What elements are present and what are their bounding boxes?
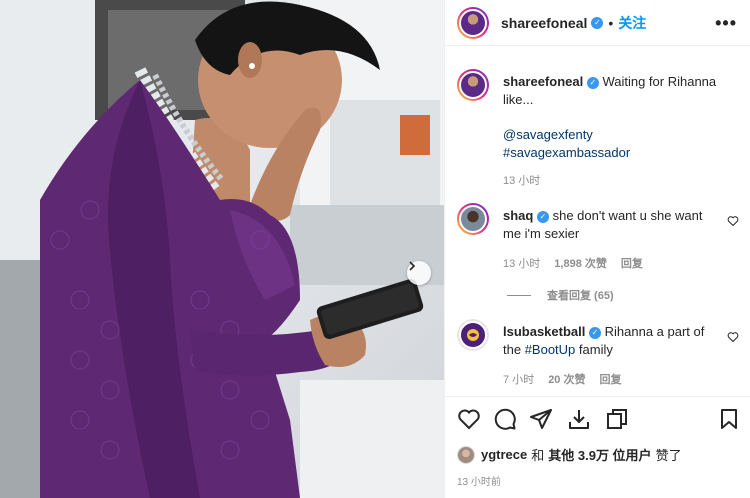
- heart-icon[interactable]: [727, 215, 739, 227]
- commenter-avatar[interactable]: [457, 319, 489, 351]
- view-replies-label: 查看回复 (65): [547, 290, 614, 302]
- likes-suffix: 赞了: [655, 448, 682, 463]
- comment-text: lsubasketball ✓ Rihanna a part of the #B…: [503, 323, 723, 359]
- post-header: shareefoneal ✓ • 关注 •••: [445, 0, 750, 46]
- comment-meta: 13 小时 1,898 次赞 回复: [503, 255, 643, 271]
- caption-text: shareefoneal ✓ Waiting for Rihanna like.…: [503, 73, 745, 109]
- next-photo-button[interactable]: [407, 261, 431, 285]
- follow-button[interactable]: 关注: [618, 13, 646, 33]
- reply-button[interactable]: 回复: [621, 255, 643, 271]
- lsu-logo-icon: [467, 329, 479, 341]
- comment-likes[interactable]: 1,898 次赞: [554, 255, 607, 271]
- comment-time: 7 小时: [503, 374, 535, 386]
- more-options-icon[interactable]: •••: [715, 13, 737, 34]
- caption-avatar[interactable]: [457, 69, 489, 101]
- caption-meta: 13 小时: [503, 172, 540, 188]
- comment-meta: 7 小时 20 次赞 回复: [503, 371, 621, 387]
- comment-time: 13 小时: [503, 258, 541, 270]
- photo-illustration: [0, 0, 444, 498]
- copy-icon[interactable]: [605, 407, 629, 431]
- liker-username[interactable]: ygtrece: [481, 447, 527, 462]
- view-replies-button[interactable]: 查看回复 (65): [507, 287, 614, 303]
- commenter-username[interactable]: lsubasketball: [503, 324, 585, 339]
- commenter-username[interactable]: shaq: [503, 208, 533, 223]
- comment-body-end: family: [575, 342, 613, 357]
- likes-others-link[interactable]: 其他 3.9万 位用户: [548, 445, 651, 464]
- hashtag-link[interactable]: #savagexambassador: [503, 144, 745, 162]
- post-photo: [0, 0, 444, 498]
- author-username[interactable]: shareefoneal: [501, 15, 587, 31]
- likes-and: 和: [531, 448, 545, 463]
- verified-badge-icon: ✓: [589, 326, 601, 339]
- reply-button[interactable]: 回复: [599, 371, 621, 387]
- mention-link[interactable]: @savagexfenty: [503, 126, 745, 144]
- heart-icon[interactable]: [457, 407, 481, 431]
- post-timestamp: 13 小时前: [457, 477, 501, 488]
- author-avatar[interactable]: [457, 6, 489, 39]
- heart-icon[interactable]: [727, 331, 739, 343]
- commenter-avatar[interactable]: [457, 203, 489, 235]
- caption-hashtags: @savagexfenty #savagexambassador: [503, 126, 745, 162]
- comment-icon[interactable]: [493, 407, 517, 431]
- action-bar: [445, 396, 750, 442]
- separator-dot: •: [608, 14, 614, 31]
- verified-badge-icon: ✓: [536, 210, 549, 223]
- comment-body: she don't want u she want me i'm sexier: [503, 208, 703, 241]
- send-icon[interactable]: [529, 407, 553, 431]
- comment-likes[interactable]: 20 次赞: [548, 371, 585, 387]
- post-side-panel: shareefoneal ✓ • 关注 ••• shareefoneal ✓ W…: [444, 0, 750, 498]
- bookmark-icon[interactable]: [717, 407, 741, 431]
- verified-badge-icon: ✓: [591, 16, 604, 29]
- caption-username[interactable]: shareefoneal: [503, 74, 583, 89]
- hashtag-link[interactable]: #BootUp: [525, 342, 576, 357]
- chevron-right-icon: [409, 261, 416, 271]
- verified-badge-icon: ✓: [586, 76, 599, 89]
- caption-time: 13 小时: [503, 175, 541, 187]
- liker-avatar[interactable]: [457, 445, 475, 464]
- comments-section[interactable]: shareefoneal ✓ Waiting for Rihanna like.…: [445, 47, 750, 395]
- likes-summary: ygtrece 和 其他 3.9万 位用户 赞了: [457, 445, 682, 464]
- download-icon[interactable]: [567, 407, 591, 431]
- comment-text: shaq ✓ she don't want u she want me i'm …: [503, 207, 723, 243]
